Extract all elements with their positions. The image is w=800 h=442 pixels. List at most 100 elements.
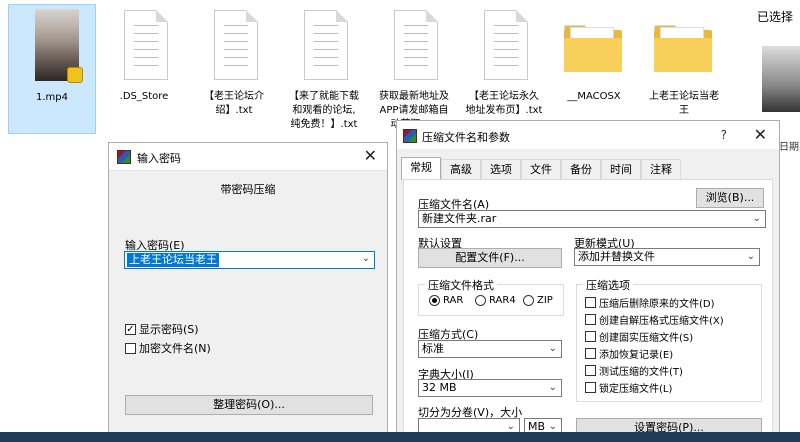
format-zip-label: ZIP	[537, 295, 553, 306]
chevron-down-icon[interactable]: ⌄	[747, 249, 755, 265]
player-badge-icon	[67, 67, 83, 83]
show-password-checkbox[interactable]: ✓ 显示密码(S)	[125, 321, 199, 337]
tab-comment[interactable]: 注释	[641, 159, 681, 180]
file-name: .DS_Store	[119, 91, 169, 102]
option-label: 创建自解压格式压缩文件(X)	[599, 316, 724, 327]
update-mode-select[interactable]: 添加并替换文件 ⌄	[574, 248, 760, 266]
general-panel: 压缩文件名(A) 浏览(B)... 新建文件夹.rar ⌄ 默认设置 配置文件(…	[403, 179, 773, 442]
file-item-txt-free[interactable]: 【来了就能下载 和观看的论坛, 纯免费！】.txt	[280, 4, 368, 134]
format-rar-radio[interactable]: RAR	[429, 295, 463, 306]
file-item-txt-intro[interactable]: 【老王论坛介 绍】.txt	[190, 4, 278, 134]
update-mode-value: 添加并替换文件	[578, 250, 655, 263]
folder-item-macosx[interactable]: __MACOSX	[550, 4, 638, 134]
date-label: 日期	[779, 142, 799, 153]
taskbar	[0, 432, 800, 442]
dict-value: 32 MB	[422, 381, 457, 394]
document-icon	[394, 10, 438, 80]
option-label: 压缩后删除原来的文件(D)	[599, 299, 715, 310]
password-dialog: 输入密码 ✕ 带密码压缩 输入密码(E) 上老王论坛当老王 ⌄ ✓ 显示密码(S…	[108, 142, 388, 442]
checkbox-unchecked-icon	[585, 348, 596, 359]
option-recovery[interactable]: 添加恢复记录(E)	[585, 346, 673, 361]
file-item-txt-permanent[interactable]: 【老王论坛永久 地址发布页】.txt	[460, 4, 548, 134]
archive-dialog-titlebar[interactable]: 压缩文件名和参数 ? ✕	[397, 121, 779, 149]
archive-dialog: 压缩文件名和参数 ? ✕ 常规 高级 选项 文件 备份 时间 注释 压缩文件名(…	[396, 120, 780, 442]
password-input[interactable]: 上老王论坛当老王 ⌄	[124, 251, 375, 269]
organize-passwords-button[interactable]: 整理密码(O)...	[125, 395, 373, 415]
video-thumbnail	[35, 9, 83, 83]
format-group-title: 压缩文件格式	[425, 277, 497, 293]
option-sfx[interactable]: 创建自解压格式压缩文件(X)	[585, 312, 724, 327]
encrypt-names-checkbox[interactable]: 加密文件名(N)	[125, 340, 211, 356]
tab-backup[interactable]: 备份	[561, 159, 601, 180]
password-input-value: 上老王论坛当老王	[127, 253, 219, 267]
dict-select[interactable]: 32 MB ⌄	[418, 379, 562, 397]
checkbox-unchecked-icon	[585, 382, 596, 393]
option-label: 测试压缩的文件(T)	[599, 367, 683, 378]
selection-details-label: 已选择	[757, 10, 794, 24]
archive-tabs: 常规 高级 选项 文件 备份 时间 注释	[401, 157, 681, 180]
file-name: 【来了就能下载 和观看的论坛, 纯免费！】.txt	[289, 91, 359, 130]
chevron-down-icon[interactable]: ⌄	[549, 341, 557, 357]
radio-unchecked-icon	[475, 295, 486, 306]
archive-dialog-title: 压缩文件名和参数	[422, 131, 510, 144]
checkbox-unchecked-icon	[125, 342, 136, 354]
tab-advanced[interactable]: 高级	[441, 159, 481, 180]
winrar-icon	[117, 150, 131, 164]
show-password-label: 显示密码(S)	[139, 323, 199, 336]
browse-button[interactable]: 浏览(B)...	[696, 188, 764, 208]
tab-files[interactable]: 文件	[521, 159, 561, 180]
option-delete-after[interactable]: 压缩后删除原来的文件(D)	[585, 295, 715, 310]
method-value: 标准	[422, 342, 444, 355]
file-name: 【老王论坛介 绍】.txt	[204, 91, 264, 116]
checkbox-unchecked-icon	[585, 365, 596, 376]
option-solid[interactable]: 创建固实压缩文件(S)	[585, 329, 693, 344]
options-group-title: 压缩选项	[583, 277, 633, 293]
option-label: 添加恢复记录(E)	[599, 350, 674, 361]
encrypt-names-label: 加密文件名(N)	[139, 342, 211, 355]
help-icon[interactable]: ?	[721, 128, 727, 142]
file-name: __MACOSX	[567, 91, 621, 102]
checkbox-checked-icon: ✓	[125, 323, 136, 335]
chevron-down-icon[interactable]: ⌄	[753, 211, 761, 227]
document-icon	[214, 10, 258, 80]
method-select[interactable]: 标准 ⌄	[418, 340, 562, 358]
option-label: 创建固实压缩文件(S)	[599, 333, 694, 344]
option-test[interactable]: 测试压缩的文件(T)	[585, 363, 683, 378]
close-icon[interactable]: ✕	[364, 148, 377, 164]
file-item-video[interactable]: 1.mp4	[8, 4, 96, 134]
close-icon[interactable]: ✕	[754, 127, 767, 143]
chevron-down-icon[interactable]: ⌄	[549, 380, 557, 396]
option-label: 锁定压缩文件(L)	[599, 384, 673, 395]
tab-options[interactable]: 选项	[481, 159, 521, 180]
tab-time[interactable]: 时间	[601, 159, 641, 180]
option-lock[interactable]: 锁定压缩文件(L)	[585, 380, 672, 395]
document-icon	[124, 10, 168, 80]
folder-icon	[564, 24, 622, 72]
file-item-ds-store[interactable]: .DS_Store	[100, 4, 188, 134]
preview-thumbnail	[762, 46, 800, 112]
checkbox-unchecked-icon	[585, 331, 596, 342]
chevron-down-icon[interactable]: ⌄	[362, 253, 370, 264]
folder-icon	[654, 24, 712, 72]
format-rar-label: RAR	[443, 295, 464, 306]
format-group: 压缩文件格式 RAR RAR4 ZIP	[418, 277, 564, 316]
archive-name-value: 新建文件夹.rar	[422, 212, 497, 225]
profiles-button[interactable]: 配置文件(F)...	[418, 248, 562, 268]
options-group: 压缩选项 压缩后删除原来的文件(D) 创建自解压格式压缩文件(X) 创建固实压缩…	[576, 277, 762, 402]
tab-general[interactable]: 常规	[401, 157, 441, 180]
format-rar4-radio[interactable]: RAR4	[475, 295, 516, 306]
checkbox-unchecked-icon	[585, 314, 596, 325]
password-dialog-titlebar[interactable]: 输入密码 ✕	[109, 143, 387, 171]
radio-checked-icon	[429, 295, 440, 306]
archive-name-input[interactable]: 新建文件夹.rar ⌄	[418, 210, 766, 228]
password-dialog-heading: 带密码压缩	[220, 183, 276, 196]
file-name: 【老王论坛永久 地址发布页】.txt	[465, 91, 543, 116]
file-item-txt-latest[interactable]: 获取最新地址及 APP请发邮箱自 动获取.txt	[370, 4, 458, 134]
document-icon	[484, 10, 528, 80]
checkbox-unchecked-icon	[585, 297, 596, 308]
format-zip-radio[interactable]: ZIP	[523, 295, 553, 306]
folder-item-laowang[interactable]: 上老王论坛当老 王	[640, 4, 728, 134]
file-name: 上老王论坛当老 王	[649, 91, 719, 116]
document-icon	[304, 10, 348, 80]
format-rar4-label: RAR4	[489, 295, 516, 306]
